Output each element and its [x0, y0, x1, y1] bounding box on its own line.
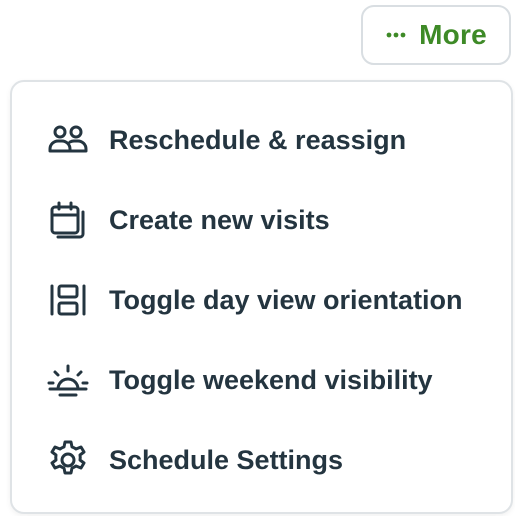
more-button-label: More: [419, 19, 487, 50]
sunrise-icon: [46, 358, 90, 402]
menu-item-schedule-settings[interactable]: Schedule Settings: [12, 424, 511, 496]
calendar-stack-icon: [46, 198, 90, 242]
menu-item-label: Create new visits: [109, 204, 330, 235]
menu-item-label: Schedule Settings: [109, 444, 344, 475]
menu-item-toggle-weekend-visibility[interactable]: Toggle weekend visibility: [12, 344, 511, 416]
menu-item-toggle-day-view-orientation[interactable]: Toggle day view orientation: [12, 264, 511, 336]
menu-item-label: Toggle weekend visibility: [109, 364, 433, 395]
more-button[interactable]: More: [361, 5, 511, 65]
layout-columns-icon: [46, 278, 90, 322]
more-dots-icon: [385, 24, 407, 46]
users-icon: [46, 118, 90, 162]
menu-item-label: Reschedule & reassign: [109, 124, 407, 155]
more-dropdown-menu: Reschedule & reassign Create new visits …: [10, 80, 513, 514]
menu-item-label: Toggle day view orientation: [109, 284, 463, 315]
gear-icon: [46, 438, 90, 482]
menu-item-reschedule-reassign[interactable]: Reschedule & reassign: [12, 104, 511, 176]
menu-item-create-new-visits[interactable]: Create new visits: [12, 184, 511, 256]
